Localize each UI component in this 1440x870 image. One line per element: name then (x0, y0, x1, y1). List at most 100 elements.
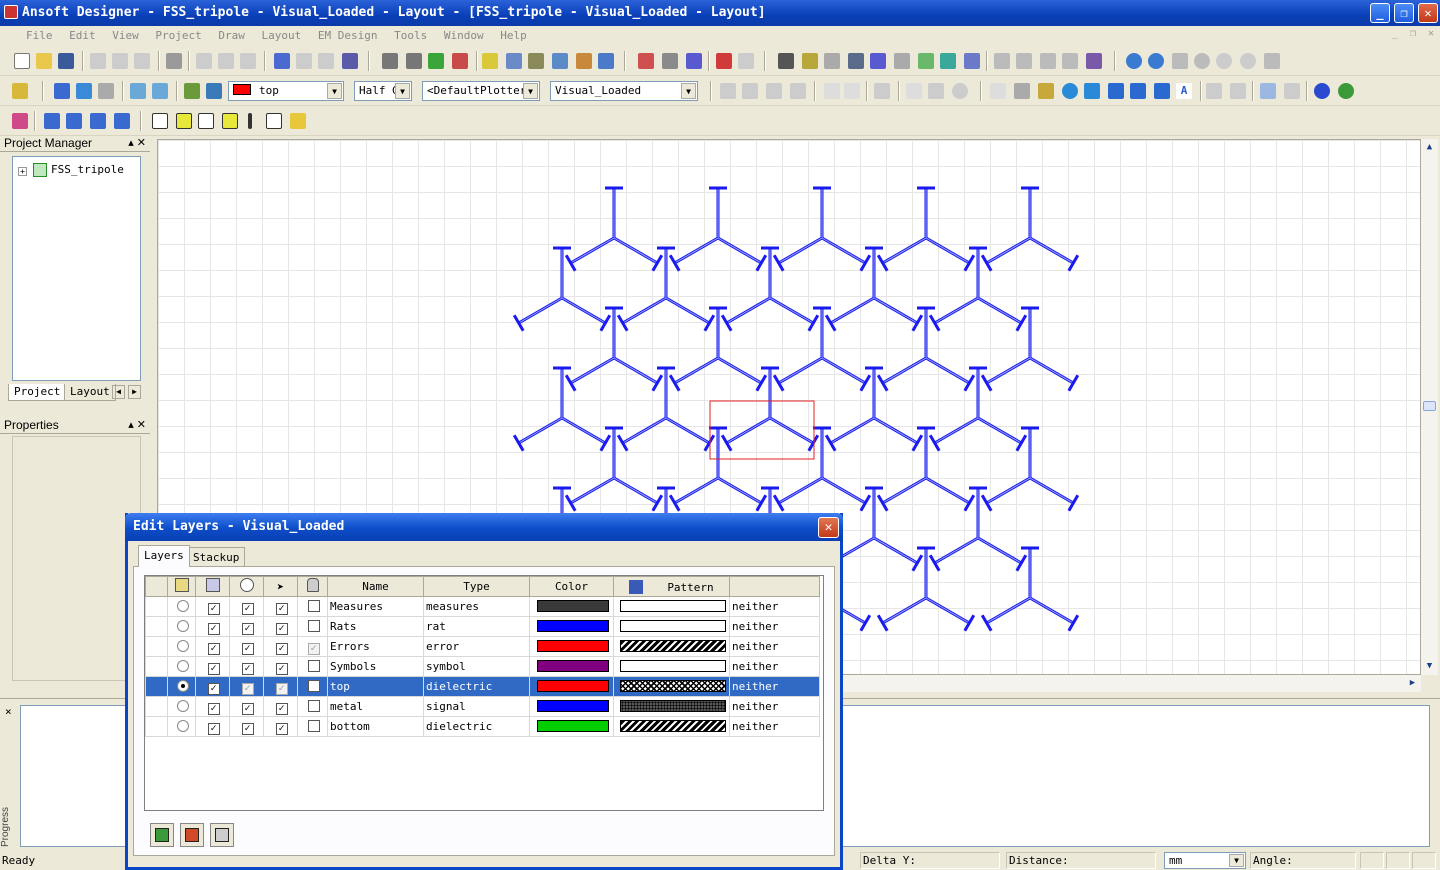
header-lock[interactable] (297, 576, 328, 597)
layer-color[interactable] (529, 676, 614, 697)
branch-icon[interactable] (90, 113, 106, 129)
panel-pin-close[interactable]: ▴ ✕ (128, 416, 146, 434)
menu-edit[interactable]: Edit (69, 29, 96, 42)
layer-row[interactable]: ✓ ✓ ✓ ✓ Errors error neither (145, 636, 820, 657)
layer-visibility-icon[interactable] (206, 83, 222, 99)
lock-checkbox[interactable] (297, 596, 328, 617)
plotter-combo[interactable]: <DefaultPlotter> ▼ (422, 81, 540, 101)
close-button[interactable]: ✕ (1418, 3, 1438, 23)
menu-em-design[interactable]: EM Design (318, 29, 378, 42)
ruler-icon[interactable] (76, 83, 92, 99)
chevron-down-icon[interactable]: ▼ (1229, 854, 1244, 867)
header-selectable[interactable]: ➤ (263, 576, 298, 597)
layer-type[interactable]: error (423, 636, 530, 657)
lock-checkbox[interactable] (297, 716, 328, 737)
zoom-previous-icon[interactable] (1216, 53, 1232, 69)
intersect-icon[interactable] (928, 83, 944, 99)
layer-name[interactable]: Rats (327, 616, 424, 637)
layer-row[interactable]: ✓ ✓ ✓ Rats rat neither (145, 616, 820, 637)
dialog-close-button[interactable]: ✕ (818, 517, 839, 538)
lock-checkbox[interactable] (297, 696, 328, 717)
active-radio[interactable] (167, 716, 196, 737)
layer-color[interactable] (529, 636, 614, 657)
view-checkbox[interactable]: ✓ (229, 636, 264, 657)
crosshair-icon[interactable] (152, 113, 168, 129)
help-icon[interactable] (12, 83, 28, 99)
row-header[interactable] (145, 616, 168, 637)
arc-icon[interactable] (1108, 83, 1124, 99)
graph-icon[interactable] (1086, 53, 1102, 69)
layer-row[interactable]: ✓ ✓ ✓ bottom dielectric neither (145, 716, 820, 737)
layer-pattern[interactable] (613, 656, 730, 677)
lock-checkbox[interactable]: ✓ (297, 636, 328, 657)
wire-icon[interactable] (98, 83, 114, 99)
snap-combo[interactable]: Half G ▼ (354, 81, 412, 101)
row-header[interactable] (145, 696, 168, 717)
layer-color[interactable] (529, 616, 614, 637)
analyze-icon[interactable] (452, 53, 468, 69)
layer-name[interactable]: top (327, 676, 424, 697)
add-layer-button[interactable] (150, 823, 174, 847)
save-icon[interactable] (58, 53, 74, 69)
layer-name[interactable]: bottom (327, 716, 424, 737)
tab-stackup[interactable]: Stackup (187, 547, 246, 567)
menu-window[interactable]: Window (444, 29, 484, 42)
draw-icon[interactable] (12, 113, 28, 129)
move-layer-button[interactable] (180, 823, 204, 847)
layers-grid[interactable]: ➤ Name Type Color Pattern ✓ ✓ ✓ Measures mea… (144, 575, 824, 811)
export-icon[interactable] (576, 53, 592, 69)
layer-type[interactable]: measures (423, 596, 530, 617)
pan-hand-icon[interactable] (1264, 53, 1280, 69)
mdi-close-icon[interactable]: ✕ (1424, 28, 1438, 40)
bend-icon[interactable] (1230, 83, 1246, 99)
port-icon[interactable] (552, 53, 568, 69)
row-header[interactable] (145, 676, 168, 697)
redo-icon[interactable] (240, 53, 256, 69)
menu-layout[interactable]: Layout (261, 29, 301, 42)
minimize-button[interactable]: _ (1370, 3, 1390, 23)
place-icon[interactable] (54, 83, 70, 99)
solve-icon[interactable] (870, 53, 886, 69)
menu-project[interactable]: Project (155, 29, 201, 42)
view-checkbox[interactable]: ✓ (229, 596, 264, 617)
lock-checkbox[interactable] (297, 656, 328, 677)
minus-icon[interactable] (198, 113, 214, 129)
layer-name[interactable]: metal (327, 696, 424, 717)
active-radio[interactable] (167, 596, 196, 617)
layer-pattern[interactable] (613, 716, 730, 737)
delete-icon[interactable] (196, 53, 212, 69)
validate-icon[interactable] (428, 53, 444, 69)
open-folder-icon[interactable] (36, 53, 52, 69)
view-checkbox[interactable]: ✓ (229, 696, 264, 717)
lock-checkbox[interactable] (297, 616, 328, 637)
selectable-checkbox[interactable]: ✓ (263, 636, 298, 657)
copy-layer-icon[interactable] (290, 113, 306, 129)
panel-pin-close[interactable]: ▴ ✕ (128, 134, 146, 152)
selectable-checkbox[interactable]: ✓ (263, 616, 298, 637)
chevron-down-icon[interactable]: ▼ (327, 83, 342, 99)
view-checkbox[interactable]: ✓ (229, 656, 264, 677)
measure-icon[interactable] (778, 53, 794, 69)
snap-icon[interactable] (130, 83, 146, 99)
lock-checkbox[interactable] (297, 676, 328, 697)
zoom-area-icon[interactable] (1172, 53, 1188, 69)
pin-icon[interactable] (1284, 83, 1300, 99)
hierarchy-icon[interactable] (318, 53, 334, 69)
group-icon[interactable] (686, 53, 702, 69)
menu-help[interactable]: Help (500, 29, 527, 42)
visible-checkbox[interactable]: ✓ (195, 616, 230, 637)
header-visible[interactable] (195, 576, 230, 597)
node-icon[interactable] (44, 113, 60, 129)
chevron-down-icon[interactable]: ▼ (395, 83, 410, 99)
header-pattern[interactable]: Pattern (613, 576, 730, 597)
eraser-icon[interactable] (638, 53, 654, 69)
rect-select-icon[interactable] (824, 83, 840, 99)
layer-color[interactable] (529, 696, 614, 717)
layer-pattern[interactable] (613, 676, 730, 697)
edit-vertex-icon[interactable] (1014, 83, 1030, 99)
paste-icon[interactable] (134, 53, 150, 69)
layer-type[interactable]: symbol (423, 656, 530, 677)
layer-color[interactable] (529, 596, 614, 617)
zoom-fit-icon[interactable] (1194, 53, 1210, 69)
align-icon[interactable] (994, 53, 1010, 69)
